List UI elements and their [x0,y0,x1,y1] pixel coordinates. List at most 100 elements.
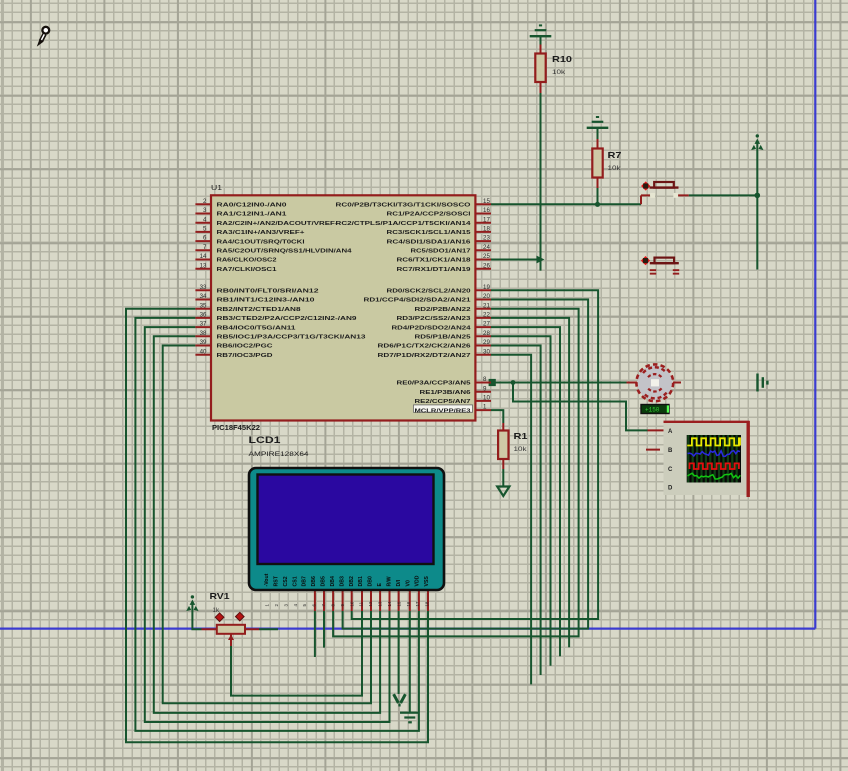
svg-text:RA4/C1OUT/SRQ/T0CKI: RA4/C1OUT/SRQ/T0CKI [217,239,306,245]
svg-text:RA0/C12IN0-/AN0: RA0/C12IN0-/AN0 [217,203,287,209]
svg-text:PIC18F45K22: PIC18F45K22 [212,423,260,432]
svg-text:10: 10 [349,601,354,606]
svg-text:5: 5 [203,226,207,233]
svg-text:17: 17 [415,601,420,606]
svg-text:DB3: DB3 [339,576,345,586]
svg-text:25: 25 [483,253,490,260]
svg-text:11: 11 [359,601,364,606]
svg-text:RA2/C2IN+/AN2/DACOUT/VREF-: RA2/C2IN+/AN2/DACOUT/VREF- [217,221,338,227]
svg-text:30: 30 [483,348,490,355]
svg-text:4: 4 [293,604,298,607]
svg-text:38: 38 [200,330,207,337]
svg-text:R7: R7 [608,150,622,160]
svg-text:R/W: R/W [387,576,393,586]
svg-text:R10: R10 [552,54,572,64]
svg-text:B: B [668,448,673,454]
svg-text:10k: 10k [514,446,528,453]
svg-text:5: 5 [302,604,307,607]
svg-text:23: 23 [483,235,490,242]
svg-text:4: 4 [203,216,207,223]
svg-text:RD3/P2C/SS2/AN23: RD3/P2C/SS2/AN23 [397,316,471,322]
svg-text:34: 34 [200,293,207,300]
svg-text:R1: R1 [514,431,528,441]
svg-text:RB3/CTED2/P2A/CCP2/C12IN2-/AN9: RB3/CTED2/P2A/CCP2/C12IN2-/AN9 [217,316,357,322]
svg-text:DB2: DB2 [349,576,355,586]
svg-text:16: 16 [406,601,411,606]
svg-text:V0: V0 [405,580,411,586]
svg-text:20: 20 [483,293,490,300]
svg-text:36: 36 [200,312,207,319]
svg-text:28: 28 [483,330,490,337]
svg-text:3: 3 [283,604,288,607]
svg-text:RB7/IOC3/PGD: RB7/IOC3/PGD [217,353,273,359]
svg-text:13: 13 [200,262,207,269]
svg-text:RB4/IOC0/T5G/AN11: RB4/IOC0/T5G/AN11 [217,325,296,331]
svg-text:17: 17 [483,216,490,223]
svg-text:RE2/CCP5/AN7: RE2/CCP5/AN7 [415,399,471,405]
svg-text:33: 33 [200,284,207,291]
svg-text:14: 14 [200,253,207,260]
svg-text:CS1: CS1 [292,576,298,586]
svg-text:26: 26 [483,262,490,269]
svg-text:10k: 10k [552,69,566,76]
svg-text:RC6/TX1/CK1/AN18: RC6/TX1/CK1/AN18 [397,258,471,264]
svg-text:A: A [668,429,673,435]
svg-text:29: 29 [483,339,490,346]
svg-text:RC4/SDI1/SDA1/AN16: RC4/SDI1/SDA1/AN16 [387,239,471,245]
svg-text:RD4/P2D/SDO2/AN24: RD4/P2D/SDO2/AN24 [392,325,471,331]
svg-text:DB6: DB6 [311,576,317,586]
svg-text:12: 12 [368,601,373,606]
svg-text:3: 3 [203,207,207,214]
svg-text:21: 21 [483,302,490,309]
svg-text:D/I: D/I [396,579,402,586]
svg-text:27: 27 [483,321,490,328]
svg-text:RA5/C2OUT/SRNQ/SS1/HLVDIN/AN4: RA5/C2OUT/SRNQ/SS1/HLVDIN/AN4 [217,249,352,255]
svg-text:RC7/RX1/DT1/AN19: RC7/RX1/DT1/AN19 [397,267,471,273]
svg-text:RD5/P1B/AN25: RD5/P1B/AN25 [415,335,471,341]
svg-text:15: 15 [396,601,401,606]
svg-text:16: 16 [483,207,490,214]
svg-text:14: 14 [387,601,392,606]
svg-text:CS2: CS2 [283,576,289,586]
svg-text:15: 15 [483,198,490,205]
svg-text:DB0: DB0 [368,576,374,586]
svg-text:39: 39 [200,339,207,346]
svg-text:RE1/P3B/AN6: RE1/P3B/AN6 [420,390,471,396]
svg-text:RV1: RV1 [210,591,230,601]
svg-text:RB2/INT2/CTED1/AN8: RB2/INT2/CTED1/AN8 [217,307,301,313]
svg-text:1: 1 [483,404,487,411]
svg-text:D: D [668,486,673,492]
svg-text:VSS: VSS [424,576,430,587]
svg-text:DB7: DB7 [302,576,308,586]
svg-text:37: 37 [200,321,207,328]
svg-text:RC5/SDO1/AN17: RC5/SDO1/AN17 [411,249,471,255]
svg-text:RB6/IOC2/PGC: RB6/IOC2/PGC [217,344,273,350]
svg-text:U1: U1 [211,183,222,192]
svg-text:RD2/P2B/AN22: RD2/P2B/AN22 [415,307,471,313]
svg-text:35: 35 [200,302,207,309]
svg-text:RD0/SCK2/SCL2/AN20: RD0/SCK2/SCL2/AN20 [387,289,471,295]
svg-text:RB1/INT1/C12IN3-/AN10: RB1/INT1/C12IN3-/AN10 [217,298,315,304]
svg-text:E: E [377,583,383,587]
svg-text:10k: 10k [608,165,622,172]
svg-text:2: 2 [274,604,279,607]
svg-text:RD6/P1C/TX2/CK2/AN26: RD6/P1C/TX2/CK2/AN26 [378,344,471,350]
svg-text:RST: RST [273,575,279,586]
svg-text:9: 9 [483,385,487,392]
svg-text:AMPIRE128X64: AMPIRE128X64 [249,451,309,458]
svg-text:VDD: VDD [415,575,421,586]
svg-text:40: 40 [200,348,207,355]
svg-text:1: 1 [265,604,270,607]
svg-text:RA1/C12IN1-/AN1: RA1/C12IN1-/AN1 [217,212,287,218]
svg-text:19: 19 [483,284,490,291]
svg-text:1k: 1k [213,607,220,614]
svg-text:7: 7 [203,244,207,251]
svg-text:DB1: DB1 [358,576,364,586]
svg-text:MCLR/VPP/RE3: MCLR/VPP/RE3 [415,408,471,414]
svg-text:18: 18 [483,226,490,233]
svg-text:RE0/P3A/CCP3/AN5: RE0/P3A/CCP3/AN5 [397,381,471,387]
svg-text:22: 22 [483,312,490,319]
svg-text:2: 2 [203,198,207,205]
svg-text:RC3/SCK1/SCL1/AN15: RC3/SCK1/SCL1/AN15 [387,230,471,236]
svg-text:RC2/CTPLS/P1A/CCP1/T5CKI/AN14: RC2/CTPLS/P1A/CCP1/T5CKI/AN14 [336,221,471,227]
